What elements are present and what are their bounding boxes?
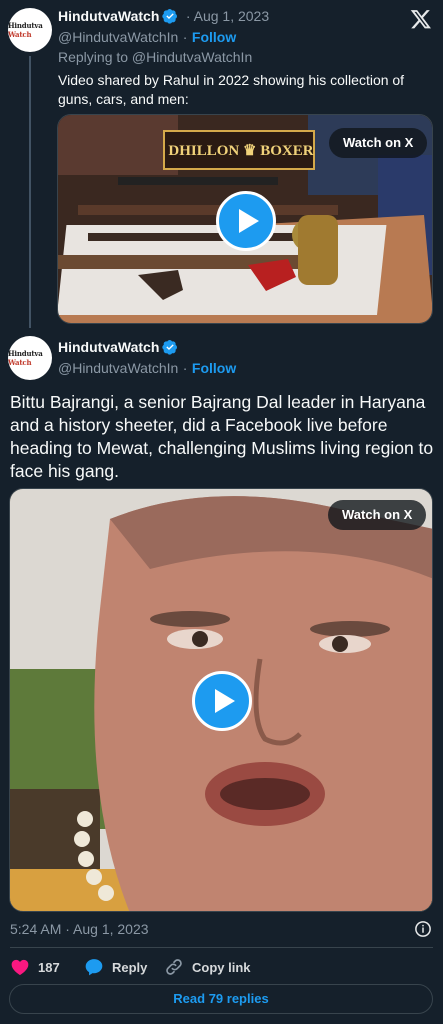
avatar[interactable]: Hindutva Watch	[8, 336, 52, 380]
info-icon[interactable]	[414, 920, 432, 938]
separator-dot: ·	[182, 29, 188, 45]
reply-label: Reply	[112, 959, 148, 975]
author-handle[interactable]: @HindutvaWatchIn	[58, 360, 178, 376]
tweet-header: HindutvaWatch · Aug 1, 2023	[58, 8, 269, 28]
avatar-logo-text: Hindutva Watch	[8, 21, 43, 39]
copy-link-button[interactable]: Copy link	[164, 956, 251, 978]
verified-badge-icon	[162, 339, 178, 360]
tweet-text: Bittu Bajrangi, a senior Bajrang Dal lea…	[10, 392, 434, 481]
sign-text-right: BOXER	[260, 143, 314, 159]
avatar[interactable]: Hindutva Watch	[8, 8, 52, 52]
author-name[interactable]: HindutvaWatch	[58, 8, 159, 24]
video-sign: DHILLON ♛ BOXER	[168, 143, 314, 159]
tweet-header: HindutvaWatch	[58, 339, 178, 360]
divider	[10, 947, 433, 948]
replying-to: Replying to @HindutvaWatchIn	[58, 49, 253, 65]
tweet-text: Video shared by Rahul in 2022 showing hi…	[58, 72, 405, 107]
watch-on-x-button[interactable]: Watch on X	[328, 500, 427, 530]
avatar-logo-text: Hindutva Watch	[8, 349, 43, 367]
follow-button[interactable]: Follow	[192, 29, 236, 45]
author-name[interactable]: HindutvaWatch	[58, 339, 159, 355]
play-icon	[238, 209, 259, 233]
tweet-timestamp[interactable]: 5:24 AM · Aug 1, 2023	[10, 921, 149, 937]
play-icon	[214, 689, 235, 713]
sign-text-left: DHILLON	[168, 143, 240, 159]
reply-button[interactable]: Reply	[84, 956, 147, 978]
copy-link-label: Copy link	[192, 959, 251, 975]
watch-on-x-button[interactable]: Watch on X	[329, 128, 428, 158]
video-player[interactable]: DHILLON ♛ BOXER Watch on X	[57, 114, 433, 324]
follow-button[interactable]: Follow	[192, 360, 236, 376]
reply-bubble-icon	[85, 959, 103, 976]
author-handle[interactable]: @HindutvaWatchIn	[58, 29, 178, 45]
play-button[interactable]	[216, 191, 276, 251]
verified-badge-icon	[162, 8, 178, 29]
handle-row: @HindutvaWatchIn · Follow	[58, 29, 236, 47]
separator-dot: ·	[182, 360, 188, 376]
thread-line	[29, 56, 31, 328]
handle-row: @HindutvaWatchIn · Follow	[58, 360, 236, 378]
link-icon	[166, 959, 182, 975]
x-logo-icon[interactable]	[410, 8, 432, 30]
video-player[interactable]: Watch on X	[9, 488, 433, 912]
read-replies-button[interactable]: Read 79 replies	[9, 984, 433, 1014]
heart-icon	[11, 959, 29, 975]
play-button[interactable]	[192, 671, 252, 731]
like-button[interactable]: 187	[10, 956, 60, 978]
like-count: 187	[38, 959, 60, 975]
tweet-date[interactable]: · Aug 1, 2023	[186, 8, 269, 24]
